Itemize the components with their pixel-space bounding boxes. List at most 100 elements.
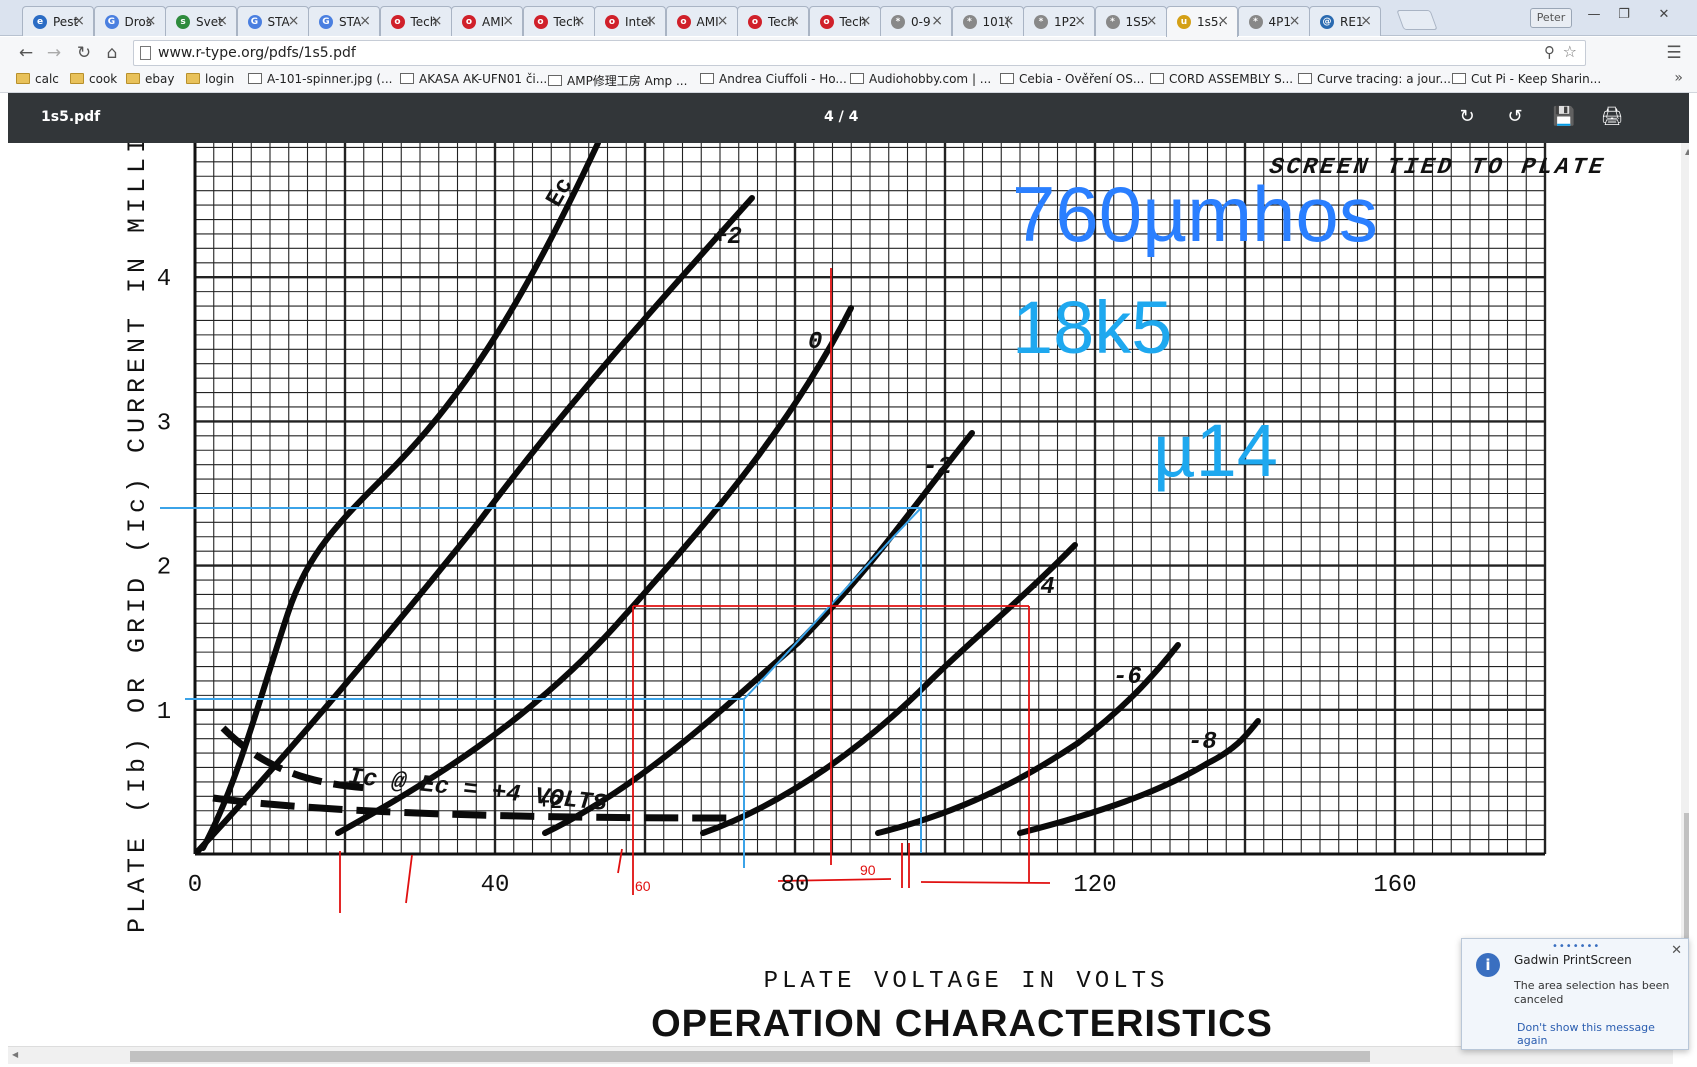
user-profile-button[interactable]: Peter [1530,8,1572,28]
tab[interactable]: * 0-9 × [880,6,952,36]
tab[interactable]: o Tech × [737,6,809,36]
new-tab-button[interactable] [1396,10,1438,30]
bookmark-item[interactable]: AMP修理工房 Amp ... [548,72,687,89]
close-tab-icon[interactable]: × [788,13,800,29]
close-tab-icon[interactable]: × [860,13,872,29]
gadwin-notification: ••••••• i Gadwin PrintScreen The area se… [1461,938,1689,1050]
reload-icon[interactable]: ↻ [72,41,96,65]
close-tab-icon[interactable]: × [717,13,729,29]
y-tick-label: 5 [157,143,171,149]
print-icon[interactable]: 🖨 [1600,105,1624,129]
tab[interactable]: G STA × [308,6,380,36]
scroll-left-icon[interactable]: ◀ [12,1050,18,1059]
address-text: www.r-type.org/pdfs/1s5.pdf [158,45,356,61]
globe-icon: @ [1320,15,1334,29]
pdf-viewer[interactable]: +2 0 -2 -4 -6 -8 0 40 80 120 160 1 2 3 4 5 PLATE (Ib) … [8,143,1689,1046]
tab[interactable]: @ RE1 × [1309,6,1381,36]
bookmark-item[interactable]: A-101-spinner.jpg (... [248,72,392,86]
tab[interactable]: G Dros × [93,6,166,36]
page-icon [1298,73,1312,84]
page-icon [700,73,714,84]
tab[interactable]: o Tech × [379,6,452,36]
close-tab-icon[interactable]: × [502,13,514,29]
close-tab-icon[interactable]: × [1146,13,1158,29]
bookmark-item[interactable]: login [186,72,234,86]
close-tab-icon[interactable]: × [431,13,443,29]
rp-annotation: 18k5 [1012,286,1172,369]
tab[interactable]: G STA × [236,6,309,36]
back-icon[interactable]: ← [14,41,38,65]
close-tab-icon[interactable]: × [645,13,657,29]
close-tab-icon[interactable]: × [145,13,157,29]
drag-handle[interactable]: ••••••• [1552,941,1600,952]
mu-annotation: µ14 [1153,409,1278,492]
tab[interactable]: * 4P1 × [1237,6,1310,36]
bookmark-item[interactable]: Audiohobby.com | ... [850,72,991,86]
close-tab-icon[interactable]: × [1360,13,1372,29]
dont-show-again-link[interactable]: Don't show this message again [1517,1021,1688,1047]
close-tab-icon[interactable]: × [1003,13,1015,29]
tab[interactable]: o Tech × [522,6,595,36]
tab[interactable]: * 1P2 × [1023,6,1095,36]
bookmark-item[interactable]: CORD ASSEMBLY S... [1150,72,1293,86]
close-tab-icon[interactable]: × [931,13,943,29]
close-tab-icon[interactable]: × [1074,13,1086,29]
tab[interactable]: * 1S5 × [1094,6,1167,36]
google-icon: G [247,15,262,29]
bookmark-item[interactable]: ebay [126,72,174,86]
bookmark-item[interactable]: Cut Pi - Keep Sharin... [1452,72,1601,86]
tab[interactable]: o Tech × [808,6,881,36]
page-icon [548,75,562,86]
close-tab-icon[interactable]: × [574,13,586,29]
bookmark-item[interactable]: Curve tracing: a jour... [1298,72,1451,86]
forward-icon[interactable]: → [42,41,66,65]
horizontal-scrollbar[interactable]: ◀ [8,1046,1673,1064]
close-window-icon[interactable]: ✕ [1649,4,1679,26]
bookmark-item[interactable]: Cebia - Ověření OS... [1000,72,1144,86]
tab[interactable]: u 1s5. × [1166,6,1238,37]
scroll-thumb[interactable] [1684,813,1689,943]
folder-icon [70,73,84,84]
bookmark-label: A-101-spinner.jpg (... [267,72,393,86]
bookmark-label: Cut Pi - Keep Sharin... [1471,72,1602,86]
rotate-counterclockwise-icon[interactable]: ↺ [1503,105,1527,129]
minimize-icon[interactable]: — [1579,4,1609,26]
plus2-label: +2 [538,792,562,815]
tab[interactable]: o AMI × [665,6,738,36]
google-icon: G [319,15,333,29]
bookmark-item[interactable]: Andrea Ciuffoli - Ho... [700,72,847,86]
scroll-up-icon[interactable]: ▲ [1685,147,1689,156]
home-icon[interactable]: ⌂ [100,41,124,65]
y-tick-label: 4 [157,266,171,293]
close-tab-icon[interactable]: × [359,13,371,29]
menu-icon[interactable]: ☰ [1662,41,1686,65]
close-icon[interactable]: ✕ [1671,943,1682,958]
close-tab-icon[interactable]: × [288,13,300,29]
vertical-scrollbar[interactable]: ▲ ▼ [1681,143,1689,1046]
smiley-icon: u [1177,15,1191,29]
close-tab-icon[interactable]: × [1289,13,1301,29]
zoom-icon[interactable]: ⚲ [1544,43,1555,61]
tab[interactable]: * 101(× [951,6,1024,36]
restore-icon[interactable]: ❐ [1609,4,1639,26]
close-tab-icon[interactable]: × [73,13,85,29]
tab[interactable]: o Intel × [594,6,666,36]
close-tab-icon[interactable]: × [216,13,228,29]
horizontal-scroll-thumb[interactable] [130,1051,1370,1062]
bookmark-star-icon[interactable]: ☆ [1563,42,1577,61]
close-tab-icon[interactable]: × [1217,13,1229,29]
tab[interactable]: e Pest × [22,6,94,36]
more-bookmarks-icon[interactable]: » [1674,70,1683,86]
gear-icon: * [962,15,977,29]
bookmark-item[interactable]: calc [16,72,59,86]
google-icon: G [104,15,119,29]
address-field[interactable]: www.r-type.org/pdfs/1s5.pdf ⚲ ☆ [133,40,1586,66]
bookmark-item[interactable]: AKASA AK-UFN01 či... [400,72,547,86]
tab[interactable]: o AMI × [451,6,523,36]
bookmark-label: Curve tracing: a jour... [1317,72,1451,86]
bookmark-item[interactable]: cook [70,72,117,86]
tab[interactable]: s Svet × [165,6,237,36]
rotate-clockwise-icon[interactable]: ↻ [1455,105,1479,129]
red-guide-line [405,854,413,904]
save-icon[interactable]: 💾 [1552,105,1576,129]
